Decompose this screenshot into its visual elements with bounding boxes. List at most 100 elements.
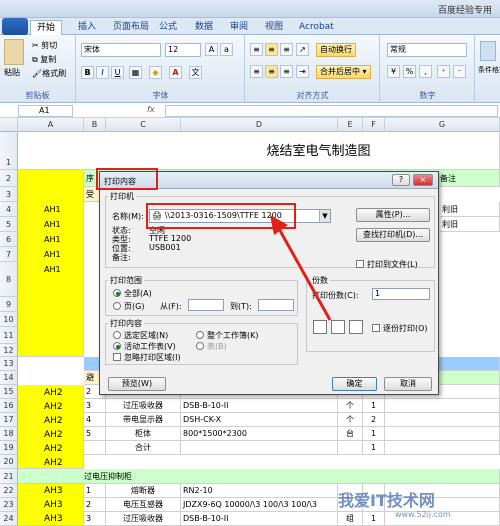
conditional-format-icon[interactable]: [480, 41, 496, 61]
table-cell-c[interactable]: 电压互感器: [106, 498, 181, 512]
tab-acrobat[interactable]: Acrobat: [293, 20, 340, 35]
table-cell-c[interactable]: 过压吸收器: [106, 399, 181, 413]
table-cell-b[interactable]: 4: [84, 413, 106, 427]
table-cell-c[interactable]: 柜体: [106, 427, 181, 441]
formula-input[interactable]: [165, 105, 498, 117]
col-header-b[interactable]: B: [84, 118, 106, 132]
col-header-g[interactable]: G: [385, 118, 500, 132]
number-format-combo[interactable]: 常规: [387, 43, 467, 57]
align-middle-icon[interactable]: ≡: [265, 43, 278, 56]
row-header[interactable]: 20: [0, 455, 18, 469]
row-header[interactable]: 5: [0, 217, 18, 232]
border-icon[interactable]: ▦: [129, 66, 142, 79]
copies-input[interactable]: 1: [372, 288, 430, 300]
row-header[interactable]: 23: [0, 498, 18, 512]
table-cell-b[interactable]: 1: [84, 484, 106, 498]
comma-button[interactable]: ,: [419, 65, 432, 78]
percent-button[interactable]: %: [403, 65, 416, 78]
row-header[interactable]: 22: [0, 484, 18, 498]
bold-button[interactable]: B: [81, 66, 94, 79]
table-cell-g[interactable]: [385, 441, 500, 455]
table-cell-f[interactable]: 1: [363, 399, 385, 413]
merge-center-button[interactable]: 合并后居中 ▾: [316, 65, 371, 79]
name-box[interactable]: A1: [18, 105, 73, 117]
row-header[interactable]: 3: [0, 187, 18, 202]
tab-formulas[interactable]: 公式: [153, 20, 183, 35]
table-cell-f[interactable]: 1: [363, 512, 385, 526]
fill-color-icon[interactable]: ◆: [149, 66, 162, 79]
select-all-corner[interactable]: [0, 118, 18, 132]
align-top-icon[interactable]: ≡: [250, 43, 263, 56]
range-pages-radio[interactable]: [113, 302, 121, 310]
increase-decimal-icon[interactable]: ⁺: [437, 65, 450, 78]
sheet-title[interactable]: 烧结室电气制造图: [18, 132, 500, 170]
font-name-combo[interactable]: 宋体: [81, 43, 161, 57]
table-cell-d[interactable]: JDZX9-6Q 10000/\3 100/\3 100/\3: [181, 498, 338, 512]
row-header[interactable]: 18: [0, 427, 18, 441]
table-cell-d[interactable]: DSB-B-10-II: [181, 399, 338, 413]
row-header[interactable]: 15: [0, 385, 18, 399]
cut-button[interactable]: ✂ 剪切: [32, 40, 57, 51]
table-cell-g[interactable]: [385, 427, 500, 441]
indent-icon[interactable]: ⇥: [296, 65, 309, 78]
copy-button[interactable]: ⧉ 复制: [32, 54, 56, 65]
row-header[interactable]: 1: [0, 132, 18, 170]
section-row-overvoltage[interactable]: 过电压抑制柜: [18, 469, 500, 484]
table-cell-b[interactable]: [84, 441, 106, 455]
table-cell-g[interactable]: [385, 399, 500, 413]
table-radio[interactable]: [196, 342, 204, 350]
decrease-decimal-icon[interactable]: ⁻: [453, 65, 466, 78]
ok-button[interactable]: 确定: [332, 377, 377, 391]
table-cell-c[interactable]: 过压吸收器: [106, 512, 181, 526]
table-cell-d[interactable]: DSH-CK-X: [181, 413, 338, 427]
cell-remark[interactable]: 利旧: [440, 202, 500, 217]
tab-home[interactable]: 开始: [30, 20, 63, 35]
cell-a-block[interactable]: [18, 170, 84, 357]
font-color-button[interactable]: A: [169, 66, 182, 79]
fx-icon[interactable]: fx: [147, 105, 155, 114]
active-sheet-radio[interactable]: [113, 342, 121, 350]
row-header[interactable]: 11: [0, 327, 18, 344]
ignore-print-area-checkbox[interactable]: [113, 353, 121, 361]
shrink-font-icon[interactable]: a: [220, 43, 233, 56]
tab-insert[interactable]: 插入: [72, 20, 102, 35]
grow-font-icon[interactable]: A: [205, 43, 218, 56]
cell-remark[interactable]: 利旧: [440, 217, 500, 232]
range-all-radio[interactable]: [113, 289, 121, 297]
table-cell-b[interactable]: 3: [84, 512, 106, 526]
table-cell-f[interactable]: 2: [363, 413, 385, 427]
row-header[interactable]: 4: [0, 202, 18, 217]
italic-button[interactable]: I: [96, 66, 109, 79]
currency-icon[interactable]: ¥: [387, 65, 400, 78]
find-printer-button[interactable]: 查找打印机(D)...: [356, 228, 430, 242]
row-header[interactable]: 7: [0, 247, 18, 262]
table-cell-d[interactable]: 800*1500*2300: [181, 427, 338, 441]
table-cell-g[interactable]: [385, 413, 500, 427]
row-header[interactable]: 16: [0, 399, 18, 413]
col-header-a[interactable]: A: [18, 118, 84, 132]
tab-view[interactable]: 视图: [259, 20, 289, 35]
table-cell-e[interactable]: 个: [338, 399, 363, 413]
col-header-f[interactable]: F: [363, 118, 385, 132]
file-button[interactable]: [2, 18, 28, 35]
table-cell-c[interactable]: 带电显示器: [106, 413, 181, 427]
selection-radio[interactable]: [113, 331, 121, 339]
row-header[interactable]: 24: [0, 512, 18, 526]
table-cell-c[interactable]: 合计: [106, 441, 181, 455]
row-header[interactable]: 8: [0, 262, 18, 297]
table-cell-f[interactable]: 1: [363, 427, 385, 441]
print-to-file-checkbox[interactable]: [356, 260, 364, 268]
from-input[interactable]: [188, 299, 224, 311]
help-button[interactable]: ?: [392, 174, 410, 186]
paste-button[interactable]: 粘贴: [4, 67, 20, 78]
col-header-d[interactable]: D: [181, 118, 338, 132]
table-cell-d[interactable]: RN2-10: [181, 484, 338, 498]
close-button[interactable]: ×: [413, 174, 433, 186]
orientation-icon[interactable]: ↗: [296, 43, 309, 56]
format-painter-button[interactable]: 🖌格式刷: [32, 68, 66, 79]
conditional-format-label[interactable]: 条件格式: [478, 65, 500, 75]
tab-page-layout[interactable]: 页面布局: [107, 20, 155, 35]
row-header[interactable]: 10: [0, 312, 18, 327]
table-cell-b[interactable]: 3: [84, 399, 106, 413]
table-cell-e[interactable]: 组: [338, 512, 363, 526]
